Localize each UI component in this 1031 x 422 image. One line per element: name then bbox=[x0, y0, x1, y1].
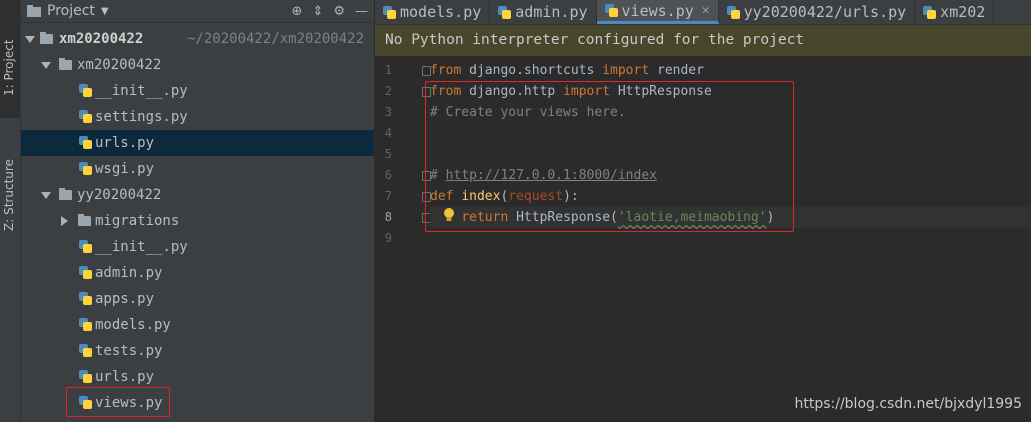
tree-file-row-selected[interactable]: urls.py bbox=[21, 130, 374, 156]
python-file-icon bbox=[79, 240, 92, 253]
expand-arrow-icon[interactable] bbox=[41, 192, 51, 199]
python-file-icon bbox=[604, 4, 618, 17]
tree-file-name: admin.py bbox=[95, 265, 163, 281]
line-number: 9 bbox=[384, 231, 392, 245]
code-highlight-box bbox=[425, 81, 794, 232]
tree-root-name: xm20200422 bbox=[59, 31, 144, 47]
tree-file-name: tests.py bbox=[95, 343, 163, 359]
python-file-icon bbox=[498, 5, 512, 19]
python-file-icon bbox=[726, 5, 740, 19]
collapse-arrow-icon[interactable] bbox=[61, 216, 68, 226]
tree-folder-name: migrations bbox=[95, 213, 180, 229]
close-icon[interactable]: ✕ bbox=[702, 3, 710, 18]
python-file-icon bbox=[79, 370, 92, 383]
tree-file-name: wsgi.py bbox=[95, 161, 155, 177]
python-file-icon bbox=[79, 84, 92, 97]
python-file-icon bbox=[79, 318, 92, 331]
package-folder-icon bbox=[59, 58, 72, 70]
tool-window-strip: 1: Project Z: Structure bbox=[0, 0, 21, 422]
line-number: 1 bbox=[384, 63, 392, 77]
tree-file-name: urls.py bbox=[95, 135, 155, 151]
tab-label: yy20200422/urls.py bbox=[743, 3, 907, 21]
python-file-icon bbox=[79, 344, 92, 357]
python-file-icon bbox=[923, 5, 937, 19]
expand-arrow-icon[interactable] bbox=[41, 62, 51, 69]
keyword: from bbox=[430, 63, 462, 78]
tab-label: views.py bbox=[621, 1, 694, 20]
tree-file-row[interactable]: tests.py bbox=[21, 338, 374, 364]
folder-icon bbox=[40, 32, 53, 44]
folder-icon bbox=[78, 214, 91, 226]
package-folder-icon bbox=[59, 188, 72, 200]
tree-folder-row[interactable]: xm20200422 bbox=[21, 52, 374, 78]
python-file-icon bbox=[79, 136, 92, 149]
tab-label: xm202 bbox=[940, 3, 986, 21]
hide-panel-icon[interactable]: — bbox=[355, 4, 368, 19]
collapse-all-icon[interactable]: ⇕ bbox=[312, 4, 323, 19]
line-number-gutter: 1 2 3 4 5 6 7 8 9 bbox=[375, 60, 420, 249]
tree-folder-row[interactable]: migrations bbox=[21, 208, 374, 234]
tree-folder-name: xm20200422 bbox=[77, 57, 162, 73]
project-panel: Project ▼ ⊕ ⇕ ⚙ — xm20200422 ~/20200422/… bbox=[21, 0, 375, 422]
project-tool-tab[interactable]: 1: Project bbox=[0, 0, 20, 118]
line-number: 2 bbox=[384, 84, 392, 98]
tab-urls[interactable]: yy20200422/urls.py bbox=[719, 0, 916, 24]
line-number: 6 bbox=[384, 168, 392, 182]
tree-folder-row[interactable]: yy20200422 bbox=[21, 182, 374, 208]
python-file-icon bbox=[79, 110, 92, 123]
python-file-icon bbox=[79, 266, 92, 279]
tree-root-row[interactable]: xm20200422 ~/20200422/xm20200422 bbox=[21, 26, 374, 52]
tree-file-name: models.py bbox=[95, 317, 171, 333]
tab-label: models.py bbox=[400, 3, 482, 21]
tree-file-name: apps.py bbox=[95, 291, 155, 307]
line-number-current: 8 bbox=[384, 210, 392, 224]
views-file-highlight-box bbox=[66, 387, 170, 417]
tree-file-name: __init__.py bbox=[95, 83, 188, 99]
interpreter-warning-banner[interactable]: No Python interpreter configured for the… bbox=[375, 25, 1031, 56]
tree-file-row[interactable]: wsgi.py bbox=[21, 156, 374, 182]
line-number: 3 bbox=[384, 105, 392, 119]
chevron-down-icon[interactable]: ▼ bbox=[101, 6, 109, 17]
tab-admin[interactable]: admin.py bbox=[490, 0, 597, 24]
structure-tool-tab[interactable]: Z: Structure bbox=[0, 124, 20, 242]
tree-root-path: ~/20200422/xm20200422 bbox=[187, 31, 365, 47]
watermark-text: https://blog.csdn.net/bjxdyl1995 bbox=[794, 396, 1022, 412]
tab-views-active[interactable]: views.py ✕ bbox=[596, 0, 719, 24]
gear-icon[interactable]: ⚙ bbox=[333, 4, 345, 19]
tab-models[interactable]: models.py bbox=[375, 0, 491, 24]
code-editor: models.py admin.py views.py ✕ yy20200422… bbox=[375, 0, 1031, 422]
editor-tab-bar: models.py admin.py views.py ✕ yy20200422… bbox=[375, 0, 1031, 25]
import-name: render bbox=[649, 63, 704, 78]
tree-file-row[interactable]: models.py bbox=[21, 312, 374, 338]
tree-file-row[interactable]: __init__.py bbox=[21, 78, 374, 104]
tree-file-row[interactable]: __init__.py bbox=[21, 234, 374, 260]
python-file-icon bbox=[383, 5, 396, 19]
project-tool-tab-label: 1: Project bbox=[2, 39, 16, 96]
line-number: 7 bbox=[384, 189, 392, 203]
tab-label: admin.py bbox=[515, 3, 588, 21]
project-folder-icon bbox=[27, 5, 41, 17]
project-view-selector[interactable]: Project bbox=[47, 3, 95, 19]
tree-folder-name: yy20200422 bbox=[77, 187, 162, 203]
project-tree: xm20200422 ~/20200422/xm20200422 xm20200… bbox=[21, 26, 374, 416]
python-file-icon bbox=[79, 292, 92, 305]
expand-arrow-icon[interactable] bbox=[25, 36, 35, 43]
tree-file-name: __init__.py bbox=[95, 239, 188, 255]
tree-file-name: settings.py bbox=[95, 109, 188, 125]
line-number: 5 bbox=[384, 147, 392, 161]
module-name: django.shortcuts bbox=[461, 63, 603, 78]
tree-file-row[interactable]: admin.py bbox=[21, 260, 374, 286]
keyword: import bbox=[602, 63, 650, 78]
code-line: from django.shortcuts import render bbox=[430, 60, 1031, 81]
structure-tool-tab-label: Z: Structure bbox=[2, 159, 16, 231]
line-number: 4 bbox=[384, 126, 392, 140]
tree-file-row[interactable]: settings.py bbox=[21, 104, 374, 130]
python-file-icon bbox=[79, 162, 92, 175]
tab-xm-urls[interactable]: xm202 bbox=[915, 0, 995, 24]
locate-icon[interactable]: ⊕ bbox=[292, 4, 303, 19]
project-panel-header: Project ▼ ⊕ ⇕ ⚙ — bbox=[21, 0, 374, 23]
tree-file-row[interactable]: apps.py bbox=[21, 286, 374, 312]
